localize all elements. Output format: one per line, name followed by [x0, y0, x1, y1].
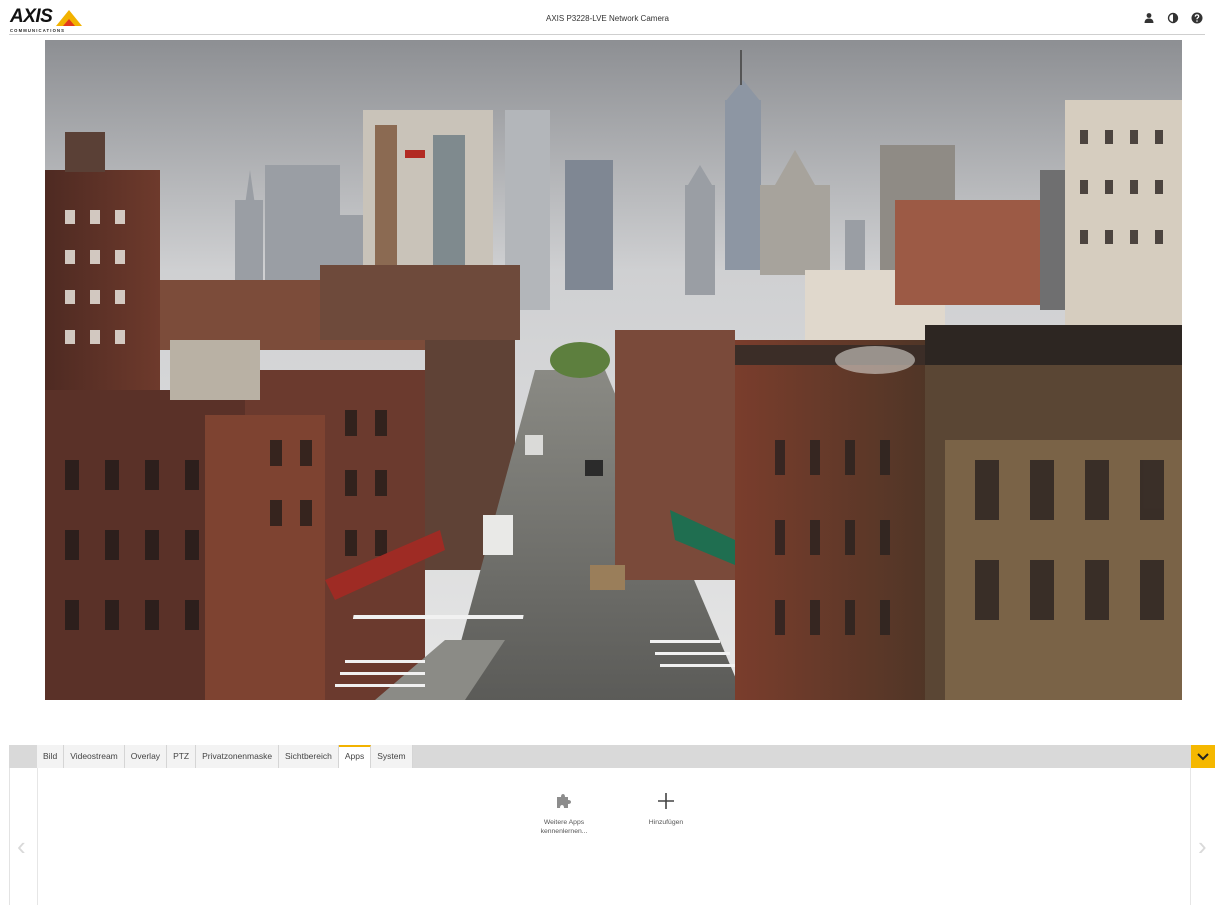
tab-privatzonenmaske[interactable]: Privatzonenmaske — [196, 745, 280, 768]
tab-sichtbereich[interactable]: Sichtbereich — [279, 745, 339, 768]
chevron-down-icon — [1197, 753, 1209, 761]
page-title: AXIS P3228-LVE Network Camera — [545, 14, 669, 23]
tab-bild[interactable]: Bild — [37, 745, 65, 768]
add-app-button[interactable]: Hinzufügen — [631, 790, 701, 827]
scroll-left-arrow-icon[interactable]: ‹ — [17, 833, 26, 859]
tab-overlay[interactable]: Overlay — [125, 745, 168, 768]
tab-videostream[interactable]: Videostream — [64, 745, 125, 768]
settings-panel: Bild Videostream Overlay PTZ Privatzonen… — [9, 745, 1215, 905]
camera-image — [45, 40, 1182, 700]
explore-apps-label: Weitere Apps kennenlernen... — [540, 819, 588, 835]
help-icon[interactable] — [1191, 11, 1203, 24]
collapse-panel-button[interactable] — [1191, 745, 1215, 768]
app-header: AXIS COMMUNICATIONS AXIS P3228-LVE Netwo… — [0, 0, 1215, 35]
explore-apps-button[interactable]: Weitere Apps kennenlernen... — [529, 790, 599, 836]
live-video-view[interactable] — [45, 40, 1182, 700]
tab-ptz[interactable]: PTZ — [167, 745, 197, 768]
tab-system[interactable]: System — [371, 745, 413, 768]
tab-apps[interactable]: Apps — [338, 745, 372, 768]
user-icon[interactable] — [1143, 11, 1155, 23]
apps-content: ‹ › Weitere Apps kennenlernen... Hinzufü… — [9, 768, 1215, 905]
plus-icon — [631, 790, 701, 812]
scroll-right-arrow-icon[interactable]: › — [1198, 833, 1207, 859]
tab-bar: Bild Videostream Overlay PTZ Privatzonen… — [9, 745, 1191, 768]
add-app-label: Hinzufügen — [648, 819, 684, 826]
puzzle-icon — [529, 790, 599, 812]
contrast-icon[interactable] — [1167, 11, 1179, 24]
